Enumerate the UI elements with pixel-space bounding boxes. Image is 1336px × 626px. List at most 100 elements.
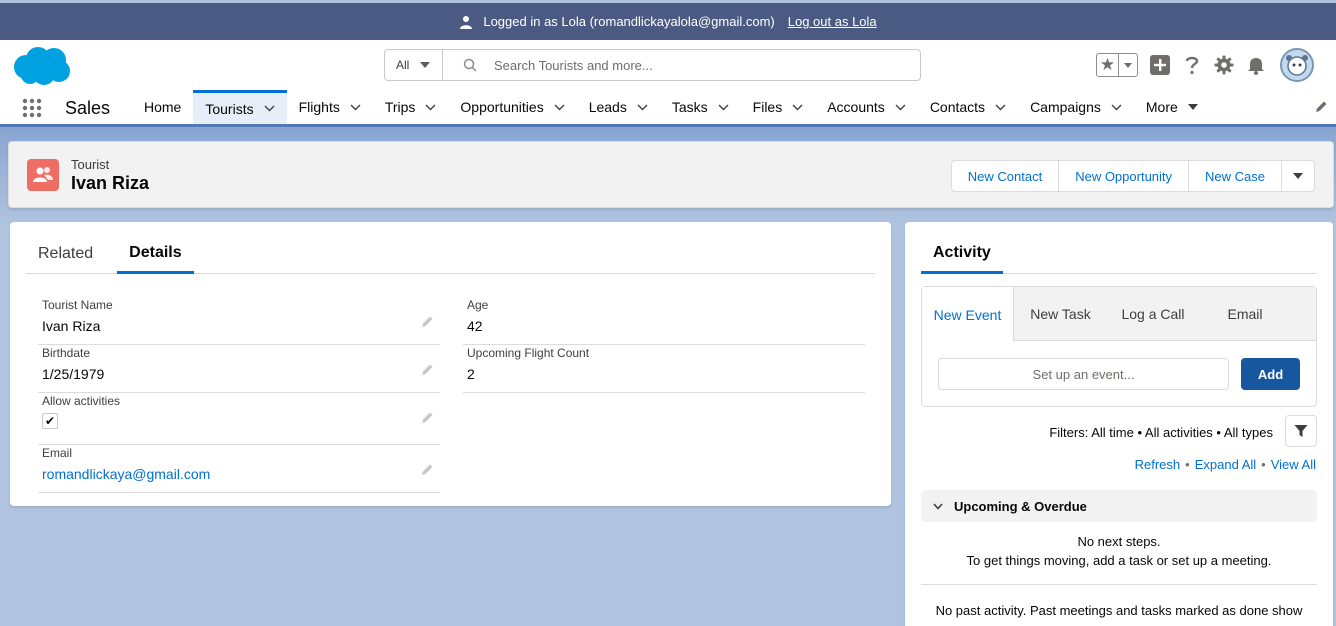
search-icon: [463, 58, 477, 72]
nav-item-label: Home: [144, 99, 182, 115]
global-create-button[interactable]: [1150, 55, 1170, 75]
help-button[interactable]: [1182, 55, 1202, 75]
app-launcher-icon[interactable]: [22, 98, 42, 118]
header-utility-icons: ★: [1096, 48, 1314, 82]
star-icon[interactable]: ★: [1097, 54, 1119, 76]
chevron-down-icon[interactable]: [895, 104, 906, 111]
tab-related[interactable]: Related: [26, 234, 105, 274]
chevron-down-icon[interactable]: [1111, 104, 1122, 111]
pencil-icon[interactable]: [421, 463, 434, 476]
nav-item-label: Tourists: [205, 100, 254, 117]
new-contact-button[interactable]: New Contact: [952, 161, 1060, 191]
field-value: 1/25/1979: [42, 366, 105, 382]
field-value: 2: [467, 366, 475, 382]
chevron-down-icon[interactable]: [350, 104, 361, 111]
chevron-down-icon[interactable]: [637, 104, 648, 111]
record-actions: New Contact New Opportunity New Case: [950, 160, 1315, 192]
field-label: Age: [467, 298, 489, 312]
chevron-down-icon[interactable]: [995, 104, 1006, 111]
nav-item-campaigns[interactable]: Campaigns: [1018, 90, 1134, 124]
caret-down-icon: [420, 62, 431, 68]
expand-all-link[interactable]: Expand All: [1195, 457, 1256, 472]
nav-item-tasks[interactable]: Tasks: [660, 90, 741, 124]
chevron-down-icon[interactable]: [718, 104, 729, 111]
pencil-icon[interactable]: [421, 411, 434, 424]
activity-links: Refresh • Expand All • View All: [1135, 457, 1316, 472]
notifications-button[interactable]: [1246, 55, 1266, 75]
caret-down-icon: [1124, 62, 1132, 68]
event-subject-input[interactable]: [938, 358, 1229, 390]
tab-log-a-call[interactable]: Log a Call: [1107, 287, 1199, 341]
search-input[interactable]: [494, 57, 874, 73]
nav-item-tourists[interactable]: Tourists: [193, 90, 287, 124]
upcoming-overdue-section[interactable]: Upcoming & Overdue: [921, 490, 1317, 522]
nav-item-label: Trips: [384, 99, 416, 115]
edit-nav-pencil-icon[interactable]: [1314, 100, 1328, 114]
search-scope-dropdown[interactable]: All: [385, 50, 443, 80]
filter-button[interactable]: [1285, 415, 1317, 447]
logout-link[interactable]: Log out as Lola: [788, 14, 877, 29]
record-highlights-panel: Tourist Ivan Riza New Contact New Opport…: [8, 141, 1334, 208]
nav-item-accounts[interactable]: Accounts: [815, 90, 918, 124]
nav-item-leads[interactable]: Leads: [577, 90, 660, 124]
search-scope-label: All: [396, 58, 410, 72]
tab-new-event[interactable]: New Event: [922, 287, 1014, 342]
tab-email[interactable]: Email: [1199, 287, 1291, 341]
more-actions-button[interactable]: [1282, 161, 1314, 191]
nav-item-trips[interactable]: Trips: [373, 90, 449, 124]
user-icon: [460, 15, 473, 29]
bell-icon: [1248, 58, 1264, 75]
field-value: 42: [467, 318, 483, 334]
favorites-dropdown[interactable]: [1119, 62, 1137, 68]
field-label: Upcoming Flight Count: [467, 346, 590, 360]
nav-item-home[interactable]: Home: [132, 90, 193, 124]
chevron-down-icon[interactable]: [425, 104, 436, 111]
nav-item-opportunities[interactable]: Opportunities: [448, 90, 576, 124]
chevron-down-icon[interactable]: [792, 104, 803, 111]
pencil-icon[interactable]: [421, 315, 434, 328]
nav-item-more[interactable]: More: [1134, 90, 1210, 124]
question-icon: [1185, 56, 1199, 75]
nav-items: Home Tourists Flights Trips Opportunitie…: [132, 90, 1210, 124]
new-case-button[interactable]: New Case: [1189, 161, 1282, 191]
plus-icon: [1150, 55, 1170, 75]
details-card: Related Details Tourist Name Ivan Riza B…: [10, 222, 891, 506]
add-event-button[interactable]: Add: [1241, 358, 1300, 390]
tab-details[interactable]: Details: [117, 234, 194, 274]
nav-item-flights[interactable]: Flights: [287, 90, 373, 124]
field-label: Email: [42, 446, 73, 460]
refresh-link[interactable]: Refresh: [1135, 457, 1181, 472]
tab-new-task[interactable]: New Task: [1014, 287, 1107, 341]
nav-item-contacts[interactable]: Contacts: [918, 90, 1018, 124]
field-label: Allow activities: [42, 394, 121, 408]
view-all-link[interactable]: View All: [1271, 457, 1316, 472]
field-email: Email romandlickaya@gmail.com: [38, 445, 440, 493]
divider: [921, 584, 1317, 585]
chevron-down-icon: [933, 502, 943, 510]
chevron-down-icon[interactable]: [554, 104, 565, 111]
email-link[interactable]: romandlickaya@gmail.com: [42, 466, 210, 482]
app-name: Sales: [65, 98, 111, 118]
tourist-icon-glyph: [33, 167, 53, 182]
activity-tabs: Activity: [921, 234, 1317, 274]
filter-icon: [1294, 425, 1308, 437]
setup-button[interactable]: [1214, 55, 1234, 75]
tourist-icon: [27, 159, 59, 191]
salesforce-logo[interactable]: [12, 45, 72, 87]
field-age: Age 42: [463, 297, 865, 345]
new-opportunity-button[interactable]: New Opportunity: [1059, 161, 1190, 191]
nav-item-label: Opportunities: [460, 99, 544, 115]
global-search: All: [384, 49, 921, 81]
nav-item-label: Campaigns: [1030, 99, 1101, 115]
caret-down-icon: [1293, 173, 1303, 179]
field-value: Ivan Riza: [42, 318, 101, 334]
user-avatar[interactable]: [1280, 48, 1314, 82]
nav-item-files[interactable]: Files: [741, 90, 816, 124]
astro-avatar-icon: [1282, 50, 1312, 80]
nav-item-label: Files: [752, 99, 783, 115]
chevron-down-icon[interactable]: [264, 105, 275, 112]
pencil-icon[interactable]: [421, 363, 434, 376]
record-name: Ivan Riza: [71, 173, 150, 193]
tab-activity[interactable]: Activity: [921, 234, 1003, 274]
favorites-button-group[interactable]: ★: [1096, 53, 1138, 77]
